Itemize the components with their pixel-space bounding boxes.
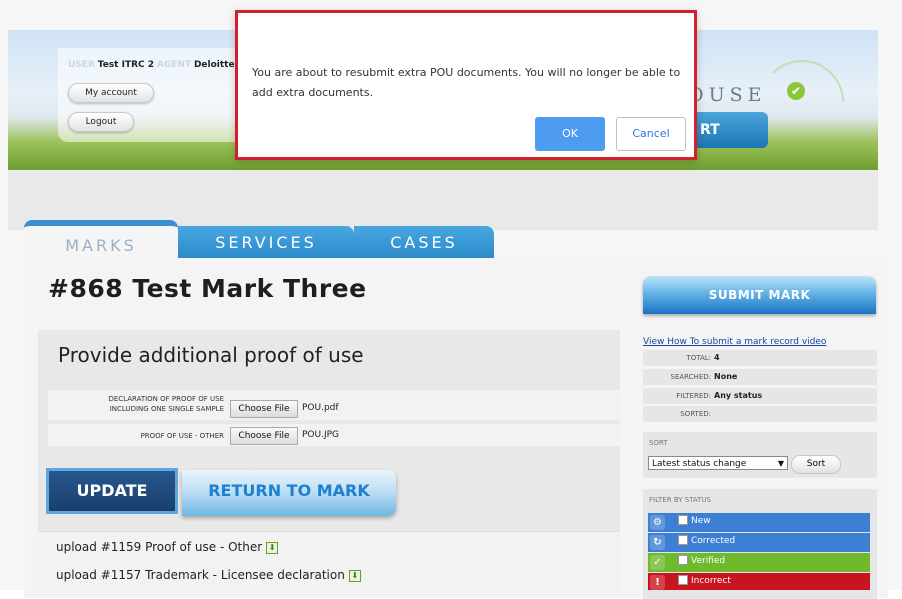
- submit-mark-button[interactable]: SUBMIT MARK: [643, 276, 876, 314]
- status-checkbox[interactable]: [678, 575, 688, 585]
- stat-key: TOTAL:: [686, 354, 711, 362]
- upload-label: upload #1157 Trademark - Licensee declar…: [56, 568, 345, 582]
- stat-key: FILTERED:: [676, 392, 711, 400]
- logout-button[interactable]: Logout: [68, 112, 134, 132]
- stat-value: 4: [714, 353, 720, 362]
- tab-cases[interactable]: CASES: [354, 226, 494, 258]
- status-filter-corrected[interactable]: ↻ Corrected: [648, 533, 870, 552]
- stat-total: TOTAL: 4: [643, 350, 877, 366]
- field-label: DECLARATION OF PROOF OF USE INCLUDING ON…: [108, 394, 224, 414]
- stat-value: None: [714, 372, 738, 381]
- section-title: Provide additional proof of use: [58, 343, 364, 367]
- field-label-line: DECLARATION OF PROOF OF USE: [108, 395, 224, 403]
- sort-selected-value: Latest status change: [652, 459, 747, 469]
- refresh-icon: ↻: [650, 535, 665, 550]
- tab-services[interactable]: SERVICES: [178, 226, 354, 258]
- sort-button[interactable]: Sort: [791, 455, 841, 474]
- list-item[interactable]: upload #1157 Trademark - Licensee declar…: [56, 568, 361, 582]
- file-name: POU.pdf: [302, 403, 339, 413]
- download-icon[interactable]: ⬇: [266, 542, 279, 554]
- report-button[interactable]: RT: [690, 112, 768, 148]
- status-filter-incorrect[interactable]: ! Incorrect: [648, 573, 870, 590]
- chevron-down-icon: ▼: [777, 459, 784, 468]
- ok-button[interactable]: OK: [535, 117, 605, 151]
- field-label: PROOF OF USE - OTHER: [140, 432, 224, 440]
- upload-label: upload #1159 Proof of use - Other: [56, 540, 263, 554]
- confirm-dialog: You are about to resubmit extra POU docu…: [235, 10, 697, 160]
- agent-name: Deloitte: [193, 60, 235, 70]
- status-checkbox[interactable]: [678, 515, 688, 525]
- sort-select[interactable]: Latest status change ▼: [648, 456, 788, 470]
- file-name: POU.JPG: [302, 430, 340, 440]
- stat-value: Any status: [714, 391, 763, 400]
- cancel-button[interactable]: Cancel: [616, 117, 686, 151]
- update-button[interactable]: UPDATE: [46, 468, 178, 514]
- user-info: USER Test ITRC 2 AGENT Deloitte: [68, 60, 235, 70]
- check-icon: ✓: [650, 555, 665, 570]
- stat-searched: SEARCHED: None: [643, 369, 877, 385]
- check-icon: ✔: [787, 82, 805, 100]
- page-title: #868 Test Mark Three: [48, 274, 367, 303]
- status-label: Incorrect: [691, 576, 731, 586]
- field-row-other: PROOF OF USE - OTHER Choose File POU.JPG: [48, 424, 620, 446]
- user-label: USER: [68, 60, 95, 70]
- site-logo: OUSE: [688, 84, 767, 106]
- choose-file-button[interactable]: Choose File: [230, 400, 298, 418]
- dialog-message: You are about to resubmit extra POU docu…: [252, 66, 681, 99]
- warning-icon: !: [650, 575, 665, 590]
- howto-video-link[interactable]: View How To submit a mark record video: [643, 337, 826, 347]
- status-label: New: [691, 516, 711, 526]
- status-label: Verified: [691, 556, 726, 566]
- status-checkbox[interactable]: [678, 535, 688, 545]
- stat-key: SEARCHED:: [670, 373, 712, 381]
- stat-key: SORTED:: [680, 410, 711, 418]
- filter-caption: FILTER BY STATUS: [649, 496, 711, 504]
- my-account-button[interactable]: My account: [68, 83, 154, 103]
- list-item[interactable]: upload #1159 Proof of use - Other ⬇: [56, 540, 279, 554]
- status-filter-new[interactable]: ⚙ New: [648, 513, 870, 532]
- field-row-declaration: DECLARATION OF PROOF OF USE INCLUDING ON…: [48, 390, 620, 420]
- sort-caption: SORT: [649, 439, 668, 447]
- return-to-mark-button[interactable]: RETURN TO MARK: [182, 470, 396, 516]
- stat-filtered: FILTERED: Any status: [643, 388, 877, 404]
- agent-label: AGENT: [156, 60, 192, 70]
- choose-file-button[interactable]: Choose File: [230, 427, 298, 445]
- tab-marks[interactable]: MARKS: [24, 220, 178, 264]
- status-label: Corrected: [691, 536, 736, 546]
- user-name: Test ITRC 2: [97, 60, 155, 70]
- download-icon[interactable]: ⬇: [348, 570, 361, 582]
- status-checkbox[interactable]: [678, 555, 688, 565]
- gear-icon: ⚙: [650, 515, 665, 530]
- sort-panel: [643, 432, 877, 478]
- field-label-line: INCLUDING ONE SINGLE SAMPLE: [109, 405, 224, 413]
- status-filter-verified[interactable]: ✓ Verified: [648, 553, 870, 572]
- stat-sorted: SORTED:: [643, 406, 877, 422]
